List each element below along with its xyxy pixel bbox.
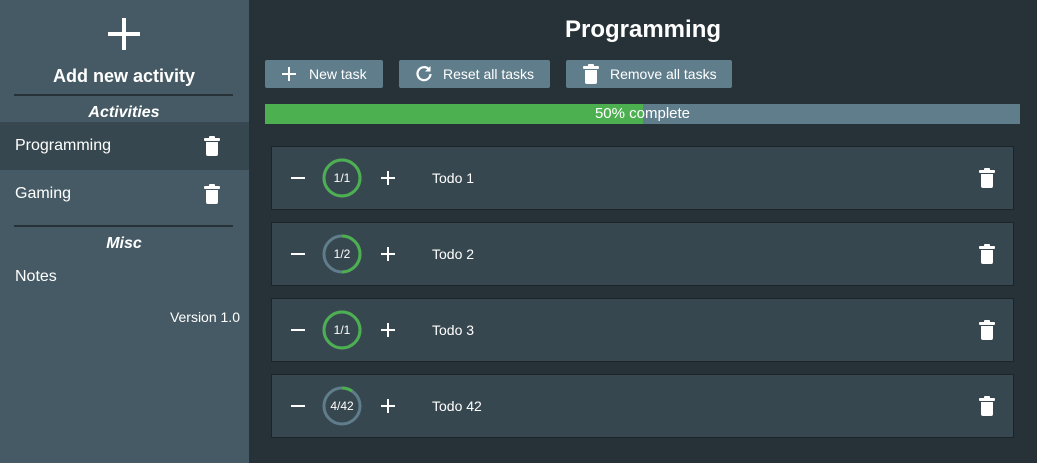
divider: [14, 225, 233, 227]
decrement-button[interactable]: [291, 177, 305, 179]
activity-name: Programming: [15, 137, 112, 154]
increment-button[interactable]: [381, 171, 395, 185]
reset-all-label: Reset all tasks: [443, 66, 535, 82]
plus-icon: [108, 18, 140, 50]
new-task-label: New task: [309, 66, 367, 82]
page-title: Programming: [564, 16, 722, 43]
add-activity-button[interactable]: Add new activity: [14, 10, 234, 94]
activity-item-gaming[interactable]: Gaming: [0, 170, 249, 218]
progress-bar: 50% complete: [265, 104, 1020, 124]
misc-heading: Misc: [106, 235, 142, 252]
trash-icon[interactable]: [204, 184, 220, 204]
increment-button[interactable]: [381, 399, 395, 413]
trash-icon[interactable]: [979, 320, 995, 340]
task-name: Todo 2: [432, 246, 475, 262]
decrement-button[interactable]: [291, 405, 305, 407]
trash-icon[interactable]: [204, 136, 220, 156]
task-name: Todo 1: [432, 170, 475, 186]
add-activity-label: Add new activity: [52, 66, 196, 86]
sidebar: Add new activity Activities Programming …: [0, 0, 249, 463]
task-name: Todo 42: [432, 398, 482, 414]
trash-icon[interactable]: [979, 168, 995, 188]
decrement-button[interactable]: [291, 253, 305, 255]
task-item: 1/1 Todo 1: [271, 146, 1014, 210]
trash-icon[interactable]: [979, 396, 995, 416]
task-item: 1/1 Todo 3: [271, 298, 1014, 362]
activities-heading: Activities: [88, 104, 160, 121]
decrement-button[interactable]: [291, 329, 305, 331]
task-count: 1/1: [333, 323, 351, 337]
version-label: Version 1.0: [169, 309, 240, 325]
activity-item-programming[interactable]: Programming: [0, 122, 249, 170]
task-count: 1/2: [333, 247, 351, 261]
increment-button[interactable]: [381, 247, 395, 261]
task-count: 1/1: [333, 171, 351, 185]
plus-icon: [281, 65, 299, 83]
reset-all-tasks-button[interactable]: Reset all tasks: [399, 60, 550, 88]
trash-icon: [583, 64, 599, 84]
new-task-button[interactable]: New task: [265, 60, 383, 88]
activity-name: Gaming: [15, 185, 72, 202]
remove-all-tasks-button[interactable]: Remove all tasks: [566, 60, 732, 88]
progress-label: 50% complete: [594, 105, 691, 122]
refresh-icon: [416, 66, 432, 82]
divider: [14, 94, 233, 96]
trash-icon[interactable]: [979, 244, 995, 264]
main-panel: Programming New task Reset all tasks Rem…: [249, 0, 1037, 463]
increment-button[interactable]: [381, 323, 395, 337]
task-name: Todo 3: [432, 322, 475, 338]
notes-link[interactable]: Notes: [15, 268, 57, 286]
task-item: 1/2 Todo 2: [271, 222, 1014, 286]
task-count: 4/42: [330, 399, 354, 413]
remove-all-label: Remove all tasks: [610, 66, 717, 82]
task-item: 4/42 Todo 42: [271, 374, 1014, 438]
